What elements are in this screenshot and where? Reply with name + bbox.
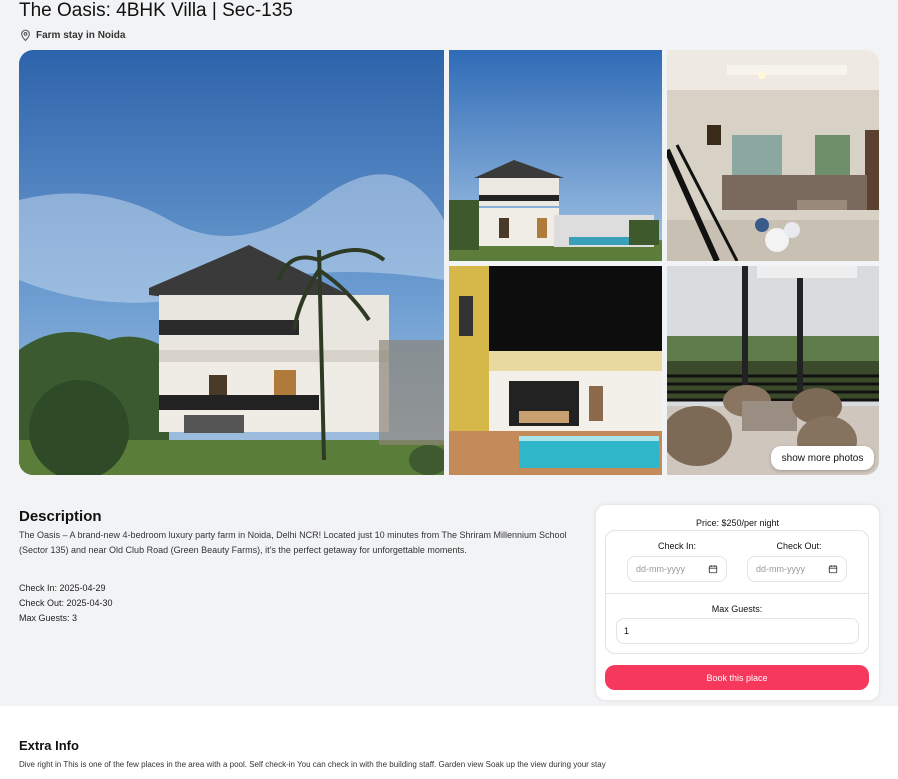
- check-in-date-input[interactable]: dd-mm-yyyy: [627, 556, 727, 582]
- max-guests-info: Max Guests: 3: [19, 613, 78, 623]
- extra-info-section: Extra Info Dive right in This is one of …: [0, 706, 898, 779]
- price-label: Price: $250/per night: [695, 518, 780, 528]
- description-text: The Oasis – A brand-new 4-bedroom luxury…: [19, 530, 567, 555]
- photo-gallery: [19, 50, 879, 475]
- photo-3[interactable]: [667, 50, 879, 261]
- calendar-icon[interactable]: [708, 564, 718, 574]
- check-out-label: Check Out:: [776, 541, 822, 551]
- fields-divider: [606, 593, 868, 594]
- booking-card: Price: $250/per night Check In: Check Ou…: [596, 505, 879, 700]
- description-heading: Description: [19, 508, 102, 525]
- check-out-placeholder: dd-mm-yyyy: [756, 564, 805, 574]
- photo-2[interactable]: [449, 50, 662, 261]
- photo-main[interactable]: [19, 50, 444, 475]
- check-out-info: Check Out: 2025-04-30: [19, 598, 113, 608]
- calendar-icon[interactable]: [828, 564, 838, 574]
- listing-location: Farm stay in Noida: [19, 28, 125, 42]
- show-more-photos-button[interactable]: show more photos: [771, 446, 874, 470]
- location-label: Farm stay in Noida: [36, 29, 126, 41]
- check-in-label: Check In:: [657, 541, 697, 551]
- check-in-placeholder: dd-mm-yyyy: [636, 564, 685, 574]
- booking-fields: Check In: Check Out: dd-mm-yyyy dd-mm-yy…: [605, 530, 869, 654]
- photo-5[interactable]: [667, 266, 879, 475]
- check-out-date-input[interactable]: dd-mm-yyyy: [747, 556, 847, 582]
- guests-label: Max Guests:: [711, 604, 763, 614]
- guests-input[interactable]: 1: [616, 618, 859, 644]
- extra-info-text: Dive right in This is one of the few pla…: [19, 760, 606, 769]
- listing-title: The Oasis: 4BHK Villa | Sec-135: [19, 0, 293, 21]
- map-pin-icon: [21, 29, 30, 42]
- photo-4[interactable]: [449, 266, 662, 475]
- book-button[interactable]: Book this place: [605, 665, 869, 690]
- check-in-info: Check In: 2025-04-29: [19, 583, 106, 593]
- extra-info-heading: Extra Info: [19, 738, 79, 753]
